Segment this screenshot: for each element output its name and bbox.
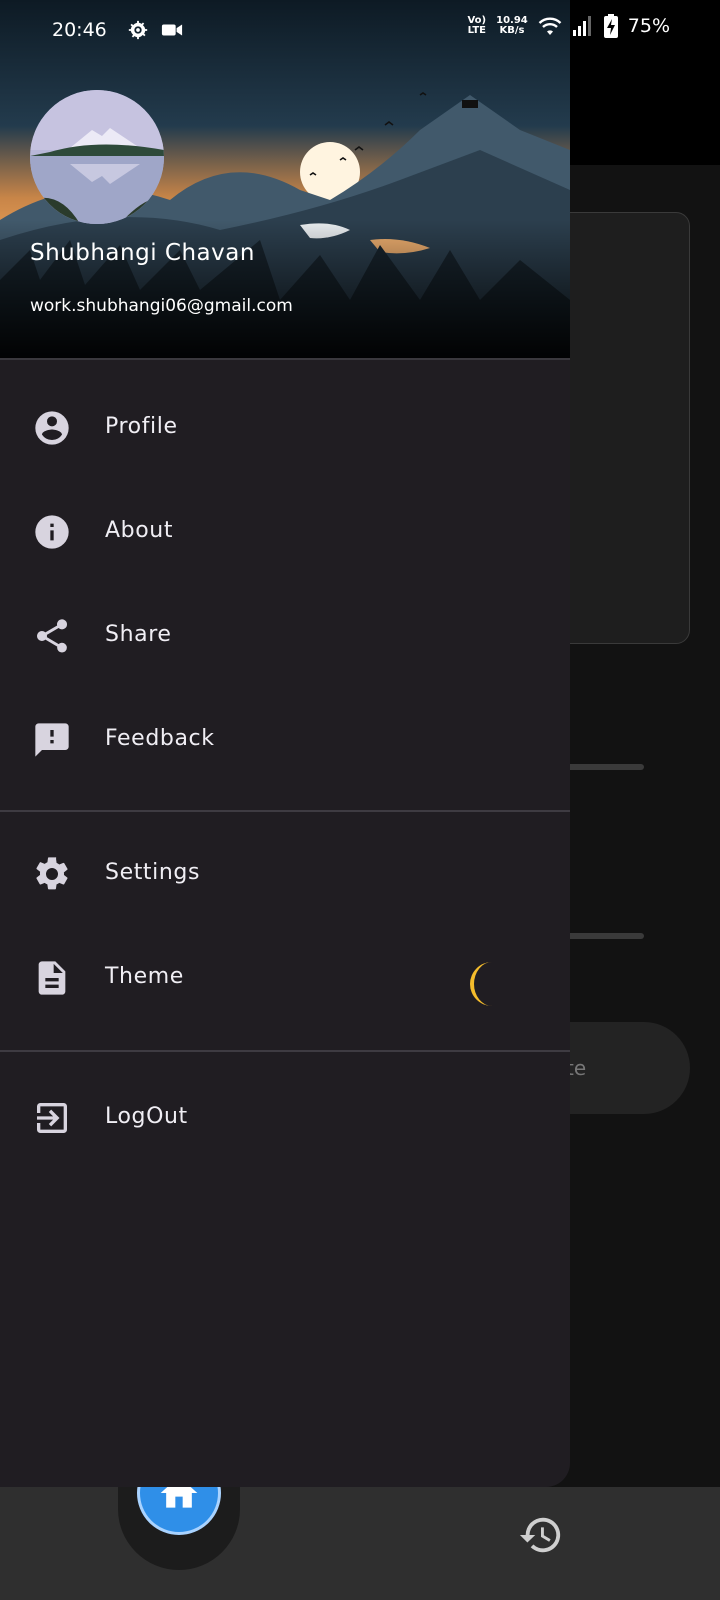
wifi-icon [538,17,562,35]
gear-icon [36,857,68,890]
menu-item-about[interactable]: About [0,484,570,580]
document-icon [38,961,66,995]
cellular-signal-icon [572,16,591,36]
menu-label-about: About [105,518,174,543]
profile-avatar[interactable] [30,90,164,224]
menu-item-profile[interactable]: Profile [0,380,570,476]
account-circle-icon [35,411,69,445]
video-camera-icon [161,24,183,36]
menu-item-logout[interactable]: LogOut [0,1070,570,1166]
menu-divider [0,1050,570,1052]
status-bar: 20:46 Vo) LTE 10.94 KB/s 75% [0,0,720,60]
user-email: work.shubhangi06@gmail.com [30,296,293,316]
battery-percent: 75% [627,15,670,37]
menu-divider [0,810,570,812]
moon-icon[interactable] [462,960,502,1008]
navigation-drawer: Shubhangi Chavan work.shubhangi06@gmail.… [0,0,570,1487]
bottom-nav-bar [0,1487,720,1600]
feedback-icon [35,723,69,757]
info-icon [35,515,69,549]
network-speed: 10.94 KB/s [496,16,528,36]
menu-item-feedback[interactable]: Feedback [0,692,570,788]
menu-label-settings: Settings [105,860,201,885]
menu-label-feedback: Feedback [105,726,215,751]
status-time: 20:46 [52,19,107,41]
user-name: Shubhangi Chavan [30,240,255,266]
menu-label-logout: LogOut [105,1104,188,1129]
menu-label-profile: Profile [105,414,178,439]
share-icon [36,619,68,653]
battery-charging-icon [603,14,618,38]
logout-icon [37,1103,67,1133]
status-icons: Vo) LTE 10.94 KB/s 75% [467,14,670,38]
menu-label-theme: Theme [105,964,184,989]
history-icon[interactable] [518,1512,564,1558]
avatar-lake-image [30,90,164,224]
menu-item-share[interactable]: Share [0,588,570,684]
volte-bottom-text: LTE [467,25,486,36]
speed-unit: KB/s [499,25,525,36]
volte-indicator: Vo) LTE [467,16,486,36]
menu-label-share: Share [105,622,172,647]
gear-icon [128,20,148,40]
menu-item-settings[interactable]: Settings [0,826,570,922]
